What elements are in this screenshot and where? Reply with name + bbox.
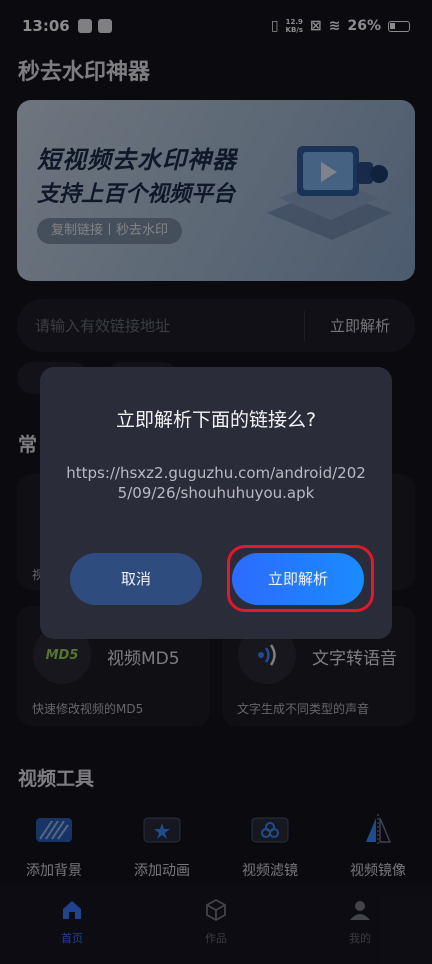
dialog-cancel-button[interactable]: 取消 xyxy=(70,553,202,605)
dialog-url: https://hsxz2.guguzhu.com/android/2025/0… xyxy=(66,464,366,502)
dialog-title: 立即解析下面的链接么? xyxy=(115,409,317,431)
confirm-highlight-box xyxy=(227,545,374,612)
